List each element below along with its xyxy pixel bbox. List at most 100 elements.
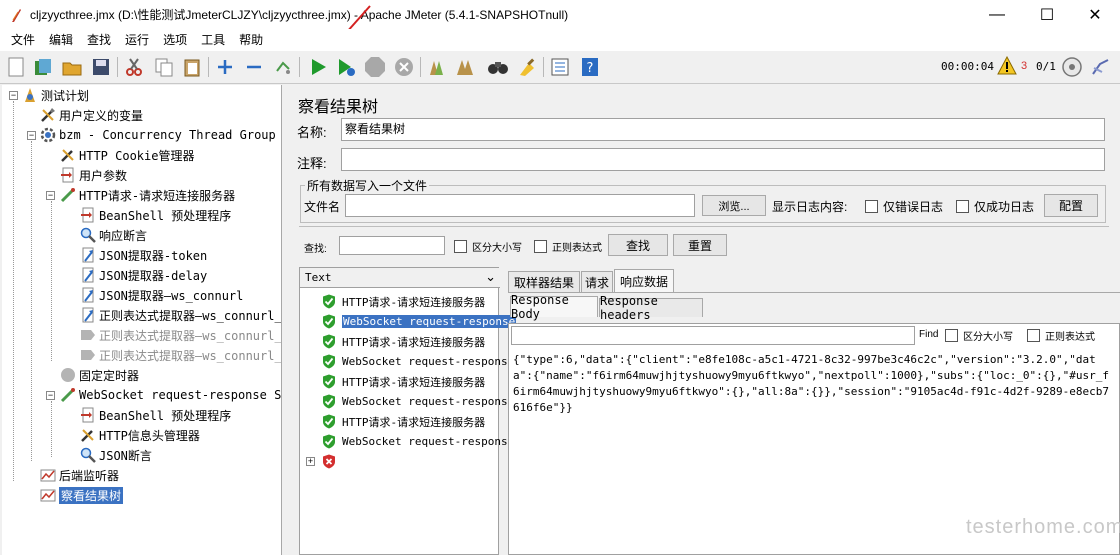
result-item[interactable]: HTTP请求-请求短连接服务器 xyxy=(322,332,485,351)
result-item[interactable]: WebSocket request-response xyxy=(322,352,514,371)
clear-icon[interactable] xyxy=(424,55,448,79)
preprocessor-icon xyxy=(80,207,96,223)
browse-button[interactable]: 浏览... xyxy=(702,195,766,216)
tree-item-cookie-manager[interactable]: HTTP Cookie管理器 xyxy=(60,145,194,165)
find-field[interactable] xyxy=(511,326,915,345)
title-bar: cljzyycthree.jmx (D:\性能测试JmeterCLJZY\clj… xyxy=(0,0,1120,29)
cut-icon[interactable] xyxy=(122,55,146,79)
menu-edit[interactable]: 编辑 xyxy=(42,29,80,51)
menu-options[interactable]: 选项 xyxy=(156,29,194,51)
save-icon[interactable] xyxy=(89,55,113,79)
expand-icon[interactable] xyxy=(213,55,237,79)
name-field[interactable]: 察看结果树 xyxy=(341,118,1105,141)
new-icon[interactable] xyxy=(4,55,28,79)
help-icon[interactable]: ? xyxy=(578,55,602,79)
tree-item-response-assertion[interactable]: 响应断言 xyxy=(80,225,147,245)
tree-item-json-extractor-delay[interactable]: JSON提取器-delay xyxy=(80,265,207,285)
tree-item-constant-timer[interactable]: 固定定时器 xyxy=(60,365,139,385)
tree-item-beanshell-preprocessor[interactable]: BeanShell 预处理程序 xyxy=(80,205,231,225)
tab-request[interactable]: 请求 xyxy=(581,271,613,292)
menu-file[interactable]: 文件 xyxy=(4,29,42,51)
preprocessor-icon xyxy=(80,407,96,423)
tree-item-websocket-sampler[interactable]: WebSocket request-response Sampler xyxy=(60,385,281,405)
tree-item-http-request[interactable]: HTTP请求-请求短连接服务器 xyxy=(60,185,235,205)
result-item[interactable]: WebSocket request-response xyxy=(322,392,514,411)
tab-response-data[interactable]: 响应数据 xyxy=(614,269,674,292)
menu-help[interactable]: 帮助 xyxy=(232,29,270,51)
open-icon[interactable] xyxy=(60,55,84,79)
minimize-button[interactable]: — xyxy=(974,0,1020,29)
panel-title: 察看结果树 xyxy=(298,99,379,116)
clear-all-icon[interactable] xyxy=(453,55,477,79)
warning-count: 3 xyxy=(1021,60,1028,72)
case-sensitive-checkbox[interactable]: 区分大小写 xyxy=(454,239,522,254)
success-only-checkbox[interactable]: 仅成功日志 xyxy=(956,198,1034,215)
tree-item-view-results-tree[interactable]: 察看结果树 xyxy=(40,485,124,505)
reset-search-icon[interactable] xyxy=(515,55,539,79)
collapse-icon[interactable] xyxy=(242,55,266,79)
tree-item-user-parameters[interactable]: 用户参数 xyxy=(60,165,127,185)
log-viewer-icon[interactable] xyxy=(1090,56,1112,81)
result-item-error[interactable] xyxy=(322,452,342,471)
comment-field[interactable] xyxy=(341,148,1105,171)
menu-bar: 文件 编辑 查找 运行 选项 工具 帮助 xyxy=(0,29,1120,51)
tab-response-headers[interactable]: Response headers xyxy=(599,294,703,322)
paste-icon[interactable] xyxy=(180,55,204,79)
configure-button[interactable]: 配置 xyxy=(1044,194,1098,217)
result-item[interactable]: WebSocket request-response xyxy=(322,432,514,451)
postprocessor-icon xyxy=(80,307,96,323)
tree-item-header-manager[interactable]: HTTP信息头管理器 xyxy=(80,425,200,445)
tab-sampler-result[interactable]: 取样器结果 xyxy=(508,271,580,292)
find-label: Find xyxy=(919,329,939,340)
find-regex-checkbox[interactable]: 正则表达式 xyxy=(1027,328,1095,343)
filename-field[interactable] xyxy=(345,194,695,217)
tree-item-backend-listener[interactable]: 后端监听器 xyxy=(40,465,119,485)
tree-item-regex-extractor-1[interactable]: 正则表达式提取器—ws_connurl_s xyxy=(80,305,281,325)
toggle-icon[interactable] xyxy=(271,55,295,79)
tree-item-beanshell-preprocessor-2[interactable]: BeanShell 预处理程序 xyxy=(80,405,231,425)
maximize-button[interactable]: ☐ xyxy=(1024,0,1070,29)
tree-item-user-variables[interactable]: 用户定义的变量 xyxy=(40,105,143,125)
active-threads: 0/1 xyxy=(1036,60,1056,73)
errors-only-checkbox[interactable]: 仅错误日志 xyxy=(865,198,943,215)
status-indicator-icon[interactable] xyxy=(1061,56,1083,81)
success-shield-icon xyxy=(322,294,336,309)
tree-item-test-plan[interactable]: 测试计划 xyxy=(22,85,89,105)
templates-icon[interactable] xyxy=(31,55,55,79)
search-field[interactable] xyxy=(339,236,445,255)
success-shield-icon xyxy=(322,374,336,389)
start-no-pauses-icon[interactable] xyxy=(334,55,358,79)
search-icon[interactable] xyxy=(486,55,510,79)
response-body-text[interactable]: {"type":6,"data":{"client":"e8fe108c-a5c… xyxy=(513,352,1113,416)
tab-response-body[interactable]: Response Body xyxy=(510,293,598,321)
svg-text:?: ? xyxy=(587,61,594,76)
gear-icon xyxy=(40,127,56,143)
tree-item-json-extractor-ws-connurl[interactable]: JSON提取器—ws_connurl xyxy=(80,285,243,305)
result-item[interactable]: HTTP请求-请求短连接服务器 xyxy=(322,412,485,431)
reset-button[interactable]: 重置 xyxy=(673,234,727,256)
tree-item-json-assertion[interactable]: JSON断言 xyxy=(80,445,152,465)
menu-search[interactable]: 查找 xyxy=(80,29,118,51)
regex-checkbox[interactable]: 正则表达式 xyxy=(534,239,602,254)
tree-item-regex-extractor-3[interactable]: 正则表达式提取器—ws_connurl_p xyxy=(80,345,281,365)
tree-item-thread-group[interactable]: bzm - Concurrency Thread Group xyxy=(40,125,276,145)
renderer-dropdown[interactable]: Text ⌄ xyxy=(300,268,500,288)
warning-icon[interactable] xyxy=(997,55,1017,79)
magnifier-icon xyxy=(80,227,96,243)
result-item[interactable]: WebSocket request-response xyxy=(322,312,517,331)
menu-tools[interactable]: 工具 xyxy=(194,29,232,51)
search-button[interactable]: 查找 xyxy=(608,234,668,256)
stop-icon[interactable] xyxy=(363,55,387,79)
sampler-icon xyxy=(60,387,76,403)
function-helper-icon[interactable] xyxy=(548,55,572,79)
start-icon[interactable] xyxy=(306,55,330,79)
result-item[interactable]: HTTP请求-请求短连接服务器 xyxy=(322,292,485,311)
menu-run[interactable]: 运行 xyxy=(118,29,156,51)
tree-item-regex-extractor-2[interactable]: 正则表达式提取器—ws_connurl_s xyxy=(80,325,281,345)
tree-item-json-extractor-token[interactable]: JSON提取器-token xyxy=(80,245,207,265)
close-button[interactable]: ✕ xyxy=(1072,0,1118,29)
copy-icon[interactable] xyxy=(152,55,176,79)
result-item[interactable]: HTTP请求-请求短连接服务器 xyxy=(322,372,485,391)
shutdown-icon[interactable] xyxy=(392,55,416,79)
find-case-checkbox[interactable]: 区分大小写 xyxy=(945,328,1013,343)
